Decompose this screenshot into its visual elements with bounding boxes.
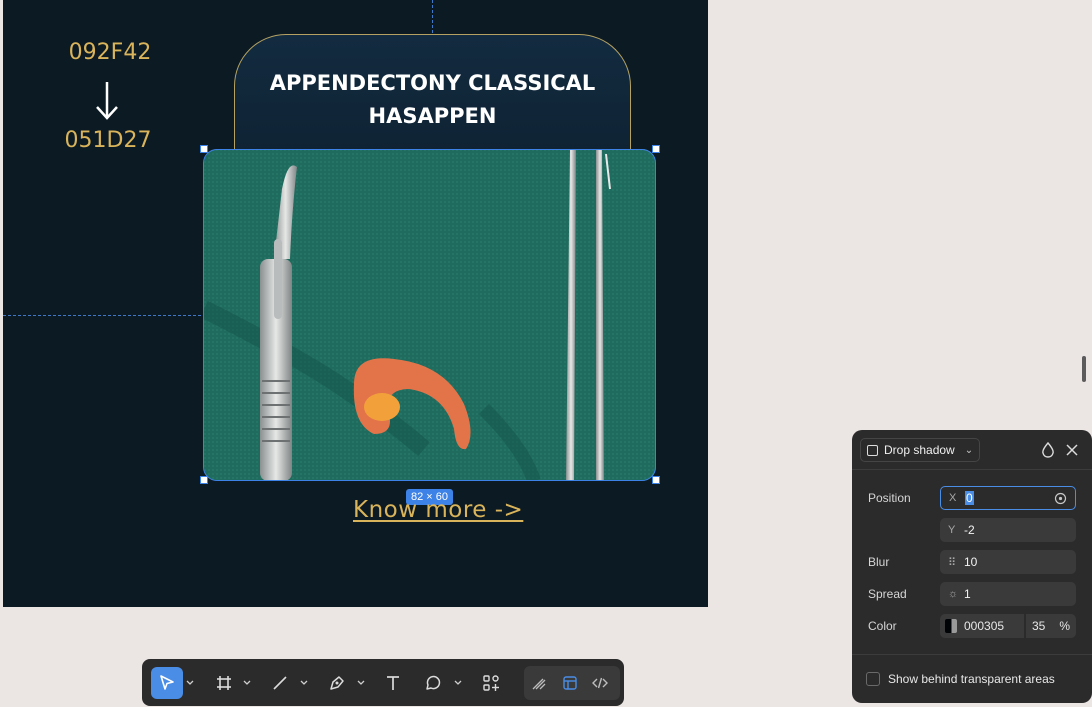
resize-handle-top-left[interactable]	[200, 145, 208, 153]
know-more-link[interactable]: Know more ->	[353, 497, 523, 523]
line-icon	[273, 676, 287, 690]
comment-tool-caret-icon[interactable]	[454, 679, 462, 687]
move-tool-caret-icon[interactable]	[186, 679, 194, 687]
resize-handle-bottom-left[interactable]	[200, 476, 208, 484]
show-behind-label: Show behind transparent areas	[888, 672, 1055, 686]
gradient-end-hex[interactable]: 051D27	[63, 128, 153, 153]
y-value: -2	[964, 523, 975, 537]
components-tool-button[interactable]	[475, 667, 507, 699]
gradient-start-hex[interactable]: 092F42	[65, 40, 155, 65]
comment-icon	[426, 675, 441, 690]
arrow-down-icon	[96, 82, 118, 120]
effect-type-dropdown[interactable]: Drop shadow ⌄	[860, 438, 980, 462]
design-mode-icon	[563, 676, 577, 690]
horizontal-guide	[3, 315, 206, 316]
card-title[interactable]: APPENDECTONY CLASSICAL HASAPPEN	[235, 67, 630, 133]
draw-mode-button[interactable]	[524, 667, 554, 699]
pen-icon	[330, 676, 344, 690]
pen-tool-button[interactable]	[321, 667, 353, 699]
draw-mode-icon	[532, 678, 546, 690]
pen-tool-caret-icon[interactable]	[357, 679, 365, 687]
line-tool-button[interactable]	[264, 667, 296, 699]
blur-input[interactable]: ⠿ 10	[940, 550, 1076, 574]
color-hex-input[interactable]: 000305	[940, 614, 1024, 638]
dev-mode-button[interactable]	[585, 667, 615, 699]
effect-square-icon	[867, 444, 878, 456]
x-offset-input[interactable]: X 0	[940, 486, 1076, 510]
components-icon	[483, 675, 499, 691]
drop-shadow-panel: Drop shadow ⌄ Position X 0 Y -2 Blur ⠿ 1…	[852, 430, 1092, 703]
card-title-line-2: HASAPPEN	[368, 104, 497, 128]
color-hex-value: 000305	[964, 619, 1005, 633]
panel-header: Drop shadow ⌄	[852, 430, 1092, 470]
x-prefix: X	[949, 492, 957, 504]
resize-handle-bottom-right[interactable]	[652, 476, 660, 484]
spread-input[interactable]: ☼ 1	[940, 582, 1076, 606]
panel-divider	[852, 654, 1092, 655]
shadow-color-field[interactable]: 000305 35 %	[940, 614, 1076, 638]
card-title-line-1: APPENDECTONY CLASSICAL	[269, 71, 596, 95]
title-card[interactable]: APPENDECTONY CLASSICAL HASAPPEN	[234, 34, 631, 164]
surgical-photo[interactable]	[204, 149, 656, 481]
resize-handle-top-right[interactable]	[652, 145, 660, 153]
frame-tool-button[interactable]	[208, 667, 240, 699]
variable-icon[interactable]	[1054, 492, 1067, 505]
y-prefix: Y	[948, 524, 956, 536]
color-swatch[interactable]	[945, 619, 957, 633]
frame-icon	[217, 676, 231, 690]
effect-type-label: Drop shadow	[884, 443, 955, 457]
frame-tool-caret-icon[interactable]	[243, 679, 251, 687]
line-tool-caret-icon[interactable]	[300, 679, 308, 687]
chevron-down-icon: ⌄	[964, 444, 974, 456]
bottom-toolbar	[142, 659, 624, 706]
text-icon	[387, 676, 399, 690]
blur-dots-icon: ⠿	[948, 556, 957, 569]
close-icon[interactable]	[1064, 442, 1080, 458]
comment-tool-button[interactable]	[417, 667, 449, 699]
design-mode-button[interactable]	[555, 667, 585, 699]
vertical-scrollbar[interactable]	[1082, 356, 1086, 382]
spread-label: Spread	[868, 587, 907, 601]
opacity-unit: %	[1059, 619, 1070, 633]
cursor-icon	[160, 675, 174, 690]
opacity-value: 35	[1032, 619, 1046, 633]
drop-icon[interactable]	[1040, 441, 1056, 459]
show-behind-checkbox[interactable]	[866, 672, 880, 686]
position-label: Position	[868, 491, 911, 505]
move-tool-button[interactable]	[151, 667, 183, 699]
blur-label: Blur	[868, 555, 890, 569]
spread-value: 1	[964, 587, 971, 601]
code-icon	[592, 677, 608, 689]
x-value: 0	[965, 491, 974, 505]
color-label: Color	[868, 619, 897, 633]
text-tool-button[interactable]	[377, 667, 409, 699]
opacity-input[interactable]: 35 %	[1026, 614, 1076, 638]
sun-icon: ☼	[948, 588, 959, 600]
y-offset-input[interactable]: Y -2	[940, 518, 1076, 542]
blur-value: 10	[964, 555, 978, 569]
